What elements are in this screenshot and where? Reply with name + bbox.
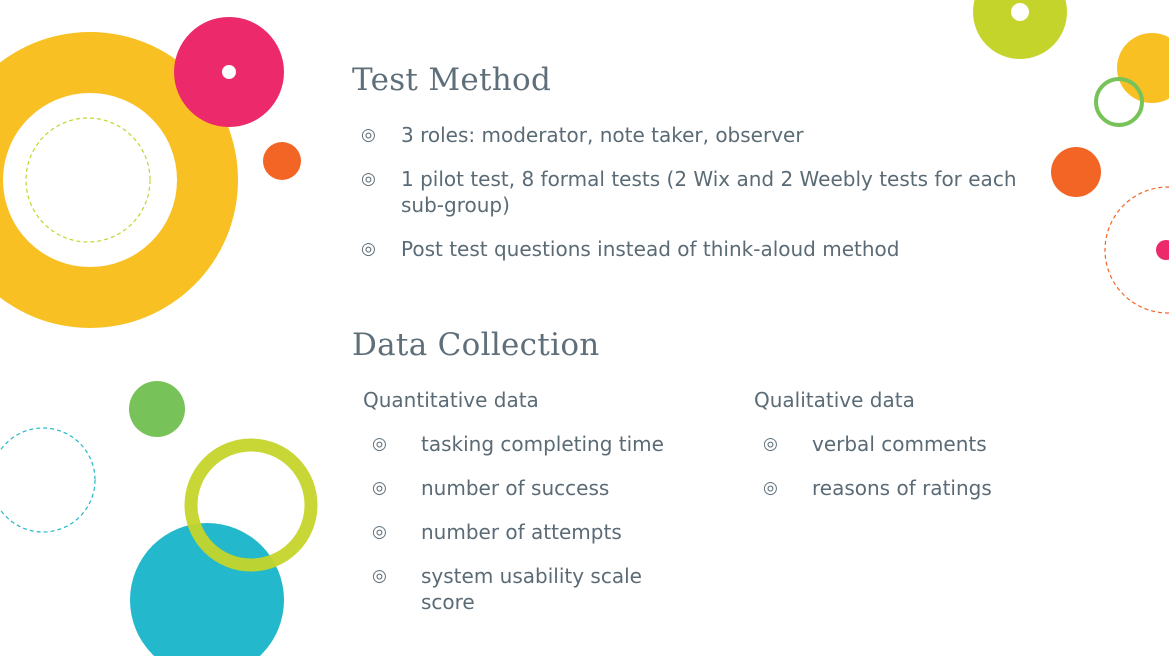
test-method-list: ◎ 3 roles: moderator, note taker, observ… (353, 122, 1023, 262)
dashed-teal-circle (0, 427, 96, 533)
double-circle-bullet-icon: ◎ (372, 478, 387, 498)
double-circle-bullet-icon: ◎ (763, 478, 778, 498)
yellow-ring-center (3, 93, 177, 267)
double-circle-bullet-icon: ◎ (361, 239, 376, 259)
orange-circle-right (1051, 147, 1101, 197)
orange-dot-left (263, 142, 301, 180)
bullet-text: number of attempts (421, 520, 622, 544)
double-circle-bullet-icon: ◎ (372, 434, 387, 454)
green-ring-right (1094, 77, 1144, 127)
list-item: ◎ system usability scale score (364, 563, 694, 615)
magenta-dot (222, 65, 236, 79)
list-item: ◎ number of attempts (364, 519, 694, 545)
list-item: ◎ 1 pilot test, 8 formal tests (2 Wix an… (353, 166, 1023, 218)
bullet-text: number of success (421, 476, 610, 500)
qualitative-list: ◎ verbal comments ◎ reasons of ratings (755, 431, 1085, 501)
double-circle-bullet-icon: ◎ (763, 434, 778, 454)
bullet-text: tasking completing time (421, 432, 664, 456)
test-method-heading: Test Method (352, 62, 552, 98)
bullet-text: Post test questions instead of think-alo… (401, 237, 900, 261)
list-item: ◎ tasking completing time (364, 431, 694, 457)
green-dot (129, 381, 185, 437)
bullet-text: system usability scale score (421, 564, 642, 614)
yellow-circle-right (1117, 33, 1169, 103)
data-collection-heading: Data Collection (352, 327, 600, 363)
bullet-text: reasons of ratings (812, 476, 992, 500)
bullet-text: verbal comments (812, 432, 987, 456)
double-circle-bullet-icon: ◎ (361, 169, 376, 189)
double-circle-bullet-icon: ◎ (372, 566, 387, 586)
list-item: ◎ 3 roles: moderator, note taker, observ… (353, 122, 1023, 148)
double-circle-bullet-icon: ◎ (372, 522, 387, 542)
bullet-text: 3 roles: moderator, note taker, observer (401, 123, 804, 147)
lime-circle-dot (1011, 3, 1029, 21)
list-item: ◎ verbal comments (755, 431, 1085, 457)
double-circle-bullet-icon: ◎ (361, 125, 376, 145)
list-item: ◎ Post test questions instead of think-a… (353, 236, 1023, 262)
quantitative-data-heading: Quantitative data (363, 388, 539, 412)
list-item: ◎ reasons of ratings (755, 475, 1085, 501)
quantitative-list: ◎ tasking completing time ◎ number of su… (364, 431, 694, 615)
bullet-text: 1 pilot test, 8 formal tests (2 Wix and … (401, 167, 1017, 217)
qualitative-data-heading: Qualitative data (754, 388, 915, 412)
list-item: ◎ number of success (364, 475, 694, 501)
magenta-dot-right (1156, 240, 1169, 260)
